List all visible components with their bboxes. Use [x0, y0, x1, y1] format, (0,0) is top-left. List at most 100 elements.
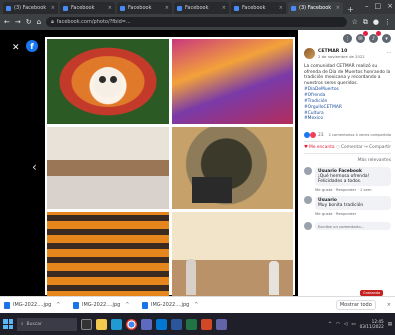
close-viewer-icon[interactable]: ✕ [12, 43, 20, 53]
home-icon[interactable]: ⌂ [37, 18, 41, 26]
back-icon[interactable]: ← [4, 18, 10, 26]
comment-sort-dropdown[interactable]: Más relevantes [304, 158, 391, 163]
comment-input[interactable]: Escribe un comentario... [315, 222, 391, 231]
chevron-up-icon[interactable]: ^ [125, 302, 129, 308]
papel-picado-altar-photo [171, 39, 293, 124]
task-view-icon[interactable] [81, 318, 92, 330]
chrome-icon[interactable] [126, 318, 137, 330]
excel-icon[interactable] [186, 318, 197, 330]
mail-icon[interactable] [156, 318, 167, 330]
comment-text: Muy bonita tradición [318, 203, 364, 209]
menu-icon[interactable]: ⋮ [384, 18, 391, 27]
close-window-icon[interactable]: × [387, 2, 393, 10]
word-icon[interactable] [171, 318, 182, 330]
post-actions: ♥ Me encanta ◌ Comentar ↪ Compartir [304, 142, 391, 155]
close-tab-icon[interactable]: × [165, 5, 169, 11]
post-hashtags: #DíaDeMuertos #Ofrenda #Tradición #Orgul… [304, 87, 391, 122]
tree-altar-photo [171, 127, 293, 209]
notifications-icon[interactable]: ♪ [369, 31, 381, 43]
close-tab-icon[interactable]: × [279, 5, 283, 11]
facebook-favicon-icon [291, 5, 296, 11]
address-bar[interactable]: 🔒︎ facebook.com/photo/?fbid=... [46, 17, 347, 27]
windows-start-icon[interactable] [3, 319, 13, 329]
more-options-icon[interactable]: ··· [387, 51, 391, 56]
profile-icon[interactable]: ● [373, 18, 379, 27]
show-all-downloads-button[interactable]: Mostrar todo [335, 300, 376, 310]
minimize-icon[interactable]: – [365, 2, 369, 10]
download-item[interactable]: IMG-2022....jpg ^ [142, 301, 204, 309]
comments-shares-count[interactable]: 2 comentarios 4 veces compartido [329, 133, 391, 137]
powerpoint-icon[interactable] [201, 318, 212, 330]
browser-tab[interactable]: (3) Facebook × [3, 2, 58, 14]
chevron-up-icon[interactable]: ^ [328, 322, 332, 327]
menu-grid-icon[interactable]: ⋮ [343, 34, 352, 43]
volume-icon[interactable]: ◁ [344, 322, 347, 327]
browser-tab[interactable]: Facebook × [231, 2, 286, 14]
notification-center-icon[interactable]: ▤ [388, 322, 392, 327]
browser-tab[interactable]: Facebook × [60, 2, 115, 14]
extensions-icon[interactable]: ⧉ [363, 18, 368, 27]
chevron-up-icon[interactable]: ^ [56, 302, 60, 308]
close-downloads-icon[interactable]: × [387, 302, 391, 308]
avatar[interactable] [304, 48, 315, 59]
panel-header-icons: ⋮ ✉ ♪ ▾ [304, 31, 391, 43]
windows-taskbar: ⌕ Buscar ^ ◠ ◁ ▭ 12:45 03/11/2022 ▤ [0, 313, 395, 335]
love-reaction-icon [310, 132, 316, 139]
forward-icon[interactable]: → [15, 18, 21, 26]
facebook-favicon-icon [120, 5, 125, 11]
image-file-icon [4, 301, 10, 309]
people-at-altar-photo [171, 212, 293, 299]
close-tab-icon[interactable]: × [108, 5, 112, 11]
star-icon[interactable]: ☆ [352, 18, 358, 27]
taskbar-search-input[interactable]: ⌕ Buscar [17, 317, 77, 331]
marigold-steps-photo [47, 212, 169, 299]
reload-icon[interactable]: ↻ [26, 18, 32, 26]
new-tab-button[interactable]: + [347, 5, 354, 14]
image-file-icon [73, 301, 79, 309]
teams-icon[interactable] [216, 318, 227, 330]
account-icon[interactable]: ▾ [382, 34, 391, 43]
share-button[interactable]: ↪ Compartir [364, 145, 391, 150]
comment-meta[interactable]: Me gusta · Responder [315, 211, 391, 216]
avatar[interactable] [304, 196, 312, 205]
battery-icon[interactable]: ▭ [351, 322, 355, 327]
search-icon: ⌕ [21, 322, 24, 327]
close-tab-icon[interactable]: × [222, 5, 226, 11]
post-author: CETMAR 10 2 de noviembre de 2022 ··· [304, 48, 391, 59]
edge-icon[interactable] [111, 318, 122, 330]
photo-collage[interactable] [45, 37, 295, 299]
taskbar-clock[interactable]: 12:45 03/11/2022 [360, 319, 384, 329]
reaction-count: 23 [318, 132, 324, 138]
image-file-icon [142, 301, 148, 309]
maximize-icon[interactable]: □ [375, 2, 382, 10]
wifi-icon[interactable]: ◠ [336, 322, 340, 327]
like-button[interactable]: ♥ Me encanta [304, 145, 335, 150]
browser-toolbar: ← → ↻ ⌂ 🔒︎ facebook.com/photo/?fbid=... … [0, 14, 395, 30]
ofrenda-skull-carpet-photo [47, 39, 169, 124]
download-item[interactable]: IMG-2022....jpg ^ [73, 301, 135, 309]
file-explorer-icon[interactable] [96, 318, 107, 330]
facebook-logo-icon[interactable]: f [26, 40, 38, 52]
hall-altar-photo [47, 127, 169, 209]
previous-photo-icon[interactable]: ‹ [32, 160, 37, 174]
browser-tab[interactable]: Facebook × [117, 2, 172, 14]
avatar[interactable] [304, 167, 312, 176]
store-icon[interactable] [141, 318, 152, 330]
messenger-icon[interactable]: ✉ [356, 31, 368, 43]
post-date[interactable]: 2 de noviembre de 2022 [318, 54, 365, 59]
close-tab-icon[interactable]: × [51, 5, 55, 11]
browser-tab[interactable]: Facebook × [174, 2, 229, 14]
write-comment-row: Escribe un comentario... [304, 222, 391, 231]
facebook-favicon-icon [63, 5, 68, 11]
close-tab-icon[interactable]: × [336, 5, 340, 11]
browser-tab-active[interactable]: (3) Facebook × [288, 2, 343, 14]
hashtag-link[interactable]: #Mexico [304, 116, 391, 122]
download-item[interactable]: IMG-2022....jpg ^ [4, 301, 66, 309]
post-text: La comunidad CETMAR realizó su ofrenda d… [304, 64, 391, 86]
comment-meta[interactable]: Me gusta · Responder · 1 sem [315, 187, 391, 192]
lock-icon: 🔒︎ [51, 19, 54, 25]
comment-button[interactable]: ◌ Comentar [336, 145, 363, 150]
window-controls: – □ × [365, 2, 393, 10]
chevron-up-icon[interactable]: ^ [194, 302, 198, 308]
facebook-favicon-icon [234, 5, 239, 11]
